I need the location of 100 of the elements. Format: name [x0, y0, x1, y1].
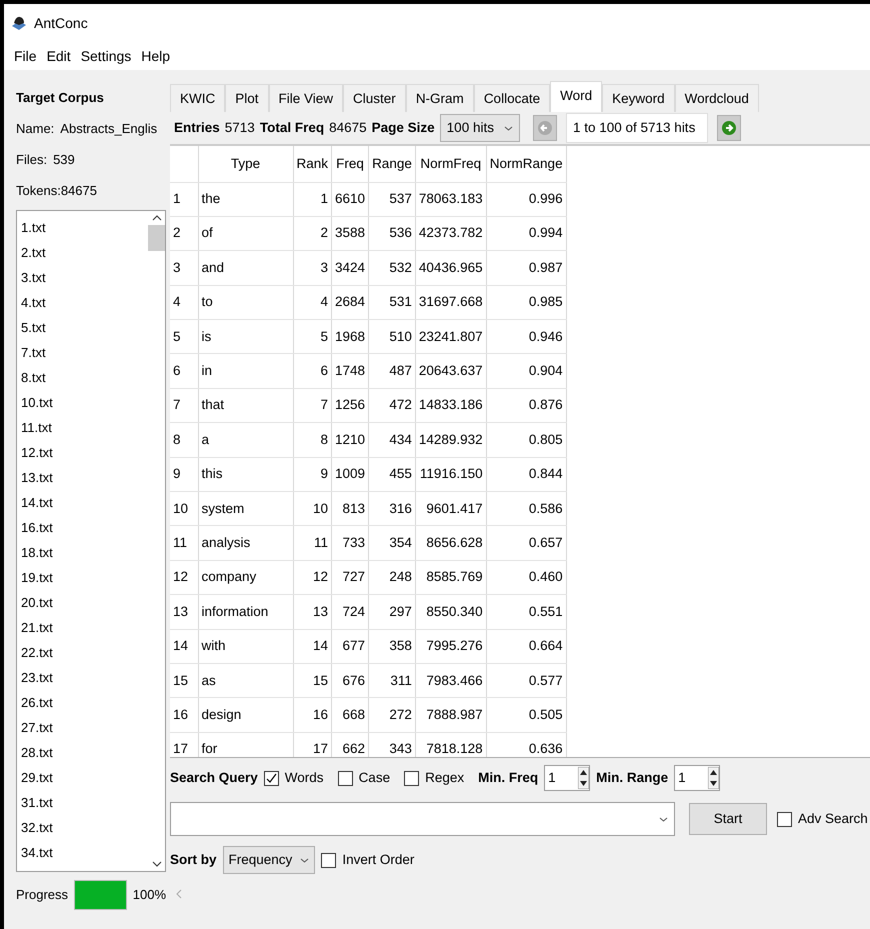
- filename-entry[interactable]: 31.txt: [21, 790, 148, 815]
- spinner-arrows-icon[interactable]: [708, 767, 720, 789]
- filename-entry[interactable]: 1.txt: [21, 215, 148, 240]
- page-size-select[interactable]: 100 hits: [440, 114, 520, 142]
- filename-entry[interactable]: 4.txt: [21, 290, 148, 315]
- table-cell: 0.904: [486, 354, 566, 388]
- tab[interactable]: Keyword: [602, 84, 675, 112]
- tab[interactable]: File View: [268, 84, 344, 112]
- table-cell: 10: [293, 492, 332, 526]
- checkbox-label: Words: [284, 768, 324, 787]
- filename-entry[interactable]: 12.txt: [21, 440, 148, 465]
- hits-field[interactable]: 1 to 100 of 5713 hits: [566, 113, 708, 143]
- table-cell: 358: [368, 629, 416, 664]
- next-button[interactable]: [716, 115, 741, 141]
- table-cell: information: [198, 594, 293, 630]
- filename-entry[interactable]: 5.txt: [21, 315, 148, 340]
- table-cell: 7818.128: [415, 732, 486, 757]
- filename-entry[interactable]: 27.txt: [21, 715, 148, 740]
- tab[interactable]: Plot: [225, 84, 269, 112]
- table-cell: 487: [368, 354, 416, 388]
- checkbox[interactable]: [338, 770, 353, 786]
- tab[interactable]: Cluster: [343, 84, 406, 112]
- table-cell: 677: [332, 629, 369, 664]
- filename-entry[interactable]: 26.txt: [21, 690, 148, 715]
- column-header[interactable]: NormRange: [486, 146, 566, 182]
- filename-entry[interactable]: 19.txt: [21, 565, 148, 590]
- table-cell: 727: [332, 560, 369, 595]
- number-field[interactable]: 1: [544, 765, 590, 791]
- table-cell: 3424: [332, 250, 369, 286]
- table-cell: 0.551: [486, 594, 566, 630]
- filename-entry[interactable]: 13.txt: [21, 465, 148, 490]
- table-cell: 0.946: [486, 320, 566, 354]
- number-field[interactable]: 1: [674, 765, 720, 791]
- filename-entry[interactable]: 18.txt: [21, 540, 148, 565]
- tab[interactable]: N-Gram: [406, 84, 474, 112]
- search-query-field[interactable]: [170, 802, 675, 836]
- table-cell: 1009: [332, 457, 369, 492]
- checkbox[interactable]: [777, 812, 792, 826]
- start-button[interactable]: Start: [689, 803, 767, 835]
- table-cell: 0.985: [486, 285, 566, 320]
- table-cell: 4: [293, 285, 332, 320]
- table-cell: 434: [368, 422, 416, 458]
- filename-entry[interactable]: 8.txt: [21, 365, 148, 390]
- row-number: 8: [170, 422, 198, 458]
- row-number: 7: [170, 388, 198, 423]
- progress-label: Progress: [16, 886, 68, 904]
- checkbox[interactable]: [321, 852, 336, 868]
- filename-entry[interactable]: 23.txt: [21, 665, 148, 690]
- table-cell: 8656.628: [415, 526, 486, 560]
- table-cell: 6610: [332, 182, 369, 216]
- table-cell: 455: [368, 457, 416, 492]
- spinner-arrows-icon[interactable]: [578, 767, 590, 789]
- menu-item[interactable]: File: [14, 46, 37, 66]
- table-cell: 5: [293, 320, 332, 354]
- corpus-heading: Target Corpus: [16, 88, 104, 107]
- table-cell: 7995.276: [415, 629, 486, 664]
- tab[interactable]: KWIC: [170, 84, 226, 112]
- table-cell: 14: [293, 629, 332, 664]
- table-cell: 0.586: [486, 492, 566, 526]
- table-cell: 17: [293, 732, 332, 757]
- filename-entry[interactable]: 10.txt: [21, 390, 148, 415]
- table-cell: system: [198, 492, 293, 526]
- table-cell: 42373.782: [415, 216, 486, 251]
- filename-entry[interactable]: 28.txt: [21, 740, 148, 765]
- scrollbar-thumb[interactable]: [148, 225, 165, 251]
- checkbox-label: Invert Order: [342, 850, 414, 869]
- column-header[interactable]: Rank: [293, 146, 332, 182]
- filename-entry[interactable]: 7.txt: [21, 340, 148, 365]
- tab[interactable]: Wordcloud: [674, 84, 759, 112]
- tab[interactable]: Collocate: [474, 84, 550, 112]
- menu-item[interactable]: Settings: [80, 46, 132, 66]
- filename-entry[interactable]: 29.txt: [21, 765, 148, 790]
- tab[interactable]: Word: [550, 81, 602, 112]
- checkbox[interactable]: [264, 770, 279, 786]
- filename-entry[interactable]: 34.txt: [21, 840, 148, 865]
- filename-entry[interactable]: 3.txt: [21, 265, 148, 290]
- checkbox[interactable]: [404, 770, 420, 786]
- filename-entry[interactable]: 32.txt: [21, 815, 148, 840]
- menu-item[interactable]: Help: [141, 46, 170, 66]
- filename-entry[interactable]: 22.txt: [21, 640, 148, 665]
- filename-entry[interactable]: 14.txt: [21, 490, 148, 515]
- filename-entry[interactable]: 16.txt: [21, 515, 148, 540]
- filename-entry[interactable]: 11.txt: [21, 415, 148, 440]
- column-header[interactable]: Type: [198, 146, 293, 182]
- filename-entry[interactable]: 2.txt: [21, 240, 148, 265]
- table-cell: as: [198, 663, 293, 698]
- table-cell: that: [198, 388, 293, 423]
- filename-entry[interactable]: 21.txt: [21, 615, 148, 640]
- column-header[interactable]: Range: [368, 146, 416, 182]
- tokens-count: 84675: [60, 182, 97, 200]
- page-size-label: Page Size: [372, 118, 435, 137]
- table-cell: to: [198, 285, 293, 320]
- filename-entry[interactable]: 20.txt: [21, 590, 148, 615]
- sort-select[interactable]: Frequency: [222, 846, 316, 874]
- menu-item[interactable]: Edit: [46, 46, 71, 66]
- column-header[interactable]: NormFreq: [415, 146, 486, 182]
- table-cell: 14289.932: [415, 422, 486, 458]
- column-header[interactable]: Freq: [332, 146, 369, 182]
- table-cell: 23241.807: [415, 320, 486, 354]
- table-cell: 8550.340: [415, 594, 486, 630]
